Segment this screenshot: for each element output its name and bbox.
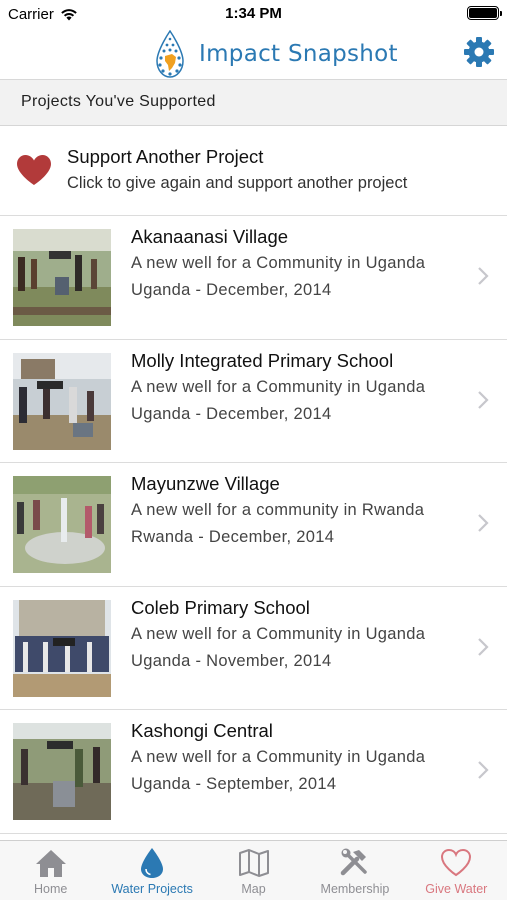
project-photo (13, 229, 111, 326)
tab-map[interactable]: Map (203, 841, 304, 900)
tab-bar: Home Water Projects Map Membership Give … (0, 840, 507, 900)
project-name: Molly Integrated Primary School (131, 349, 394, 371)
app-title: Impact Snapshot (199, 41, 398, 67)
status-time: 1:34 PM (225, 5, 282, 22)
tab-home[interactable]: Home (0, 841, 101, 900)
project-row[interactable]: Coleb Primary School A new well for a Co… (0, 586, 507, 710)
project-location-date: Uganda - December, 2014 (131, 404, 332, 423)
project-row[interactable]: Akanaanasi Village A new well for a Comm… (0, 216, 507, 340)
gear-icon[interactable] (463, 36, 495, 68)
water-drop-icon (141, 848, 164, 878)
heart-icon (17, 155, 51, 185)
water-drop-africa-logo (156, 30, 184, 78)
project-photo (13, 599, 111, 697)
tab-label: Water Projects (111, 882, 193, 896)
project-row[interactable]: Mayunzwe Village A new well for a commun… (0, 463, 507, 587)
project-description: A new well for a Community in Uganda (131, 377, 426, 396)
project-row[interactable]: Kashongi Central A new well for a Commun… (0, 710, 507, 834)
tab-label: Home (34, 882, 68, 896)
project-location-date: Rwanda - December, 2014 (131, 528, 335, 546)
tab-water-projects[interactable]: Water Projects (101, 841, 202, 900)
project-description: A new well for a Community in Uganda (131, 748, 426, 766)
project-photo (13, 352, 111, 450)
project-row[interactable]: Molly Integrated Primary School A new we… (0, 339, 507, 463)
battery-icon (467, 6, 502, 20)
project-location-date: Uganda - November, 2014 (131, 651, 332, 670)
project-description: A new well for a Community in Uganda (131, 254, 426, 272)
map-icon (238, 849, 269, 877)
section-title: Projects You've Supported (21, 93, 216, 110)
support-subtitle: Click to give again and support another … (67, 174, 408, 192)
project-description: A new well for a Community in Uganda (131, 624, 426, 643)
project-name: Mayunzwe Village (131, 473, 280, 494)
tab-label: Give Water (425, 882, 488, 896)
project-photo (13, 476, 111, 573)
brand: Impact Snapshot (155, 30, 398, 78)
project-photo (13, 723, 111, 820)
chevron-right-icon (478, 267, 489, 285)
chevron-right-icon (478, 637, 489, 656)
section-header: Projects You've Supported (0, 80, 507, 126)
project-location-date: Uganda - December, 2014 (131, 281, 332, 299)
chevron-right-icon (478, 761, 489, 779)
tab-label: Membership (320, 882, 390, 896)
heart-outline-icon (441, 848, 472, 877)
chevron-right-icon (478, 390, 489, 409)
tab-label: Map (241, 882, 266, 896)
status-bar: Carrier 1:34 PM (0, 0, 507, 28)
support-title: Support Another Project (67, 146, 264, 167)
tab-give-water[interactable]: Give Water (406, 841, 507, 900)
tab-membership[interactable]: Membership (304, 841, 405, 900)
project-name: Coleb Primary School (131, 596, 310, 618)
project-location-date: Uganda - September, 2014 (131, 775, 337, 793)
tools-icon (340, 848, 367, 876)
project-name: Akanaanasi Village (131, 226, 289, 247)
project-name: Kashongi Central (131, 720, 273, 741)
support-another-project-row[interactable]: Support Another Project Click to give ag… (0, 126, 507, 216)
nav-header: Impact Snapshot (0, 28, 507, 80)
project-list: Akanaanasi Village A new well for a Comm… (0, 216, 507, 834)
home-icon (35, 850, 66, 877)
chevron-right-icon (478, 514, 489, 532)
project-description: A new well for a community in Rwanda (131, 501, 425, 519)
